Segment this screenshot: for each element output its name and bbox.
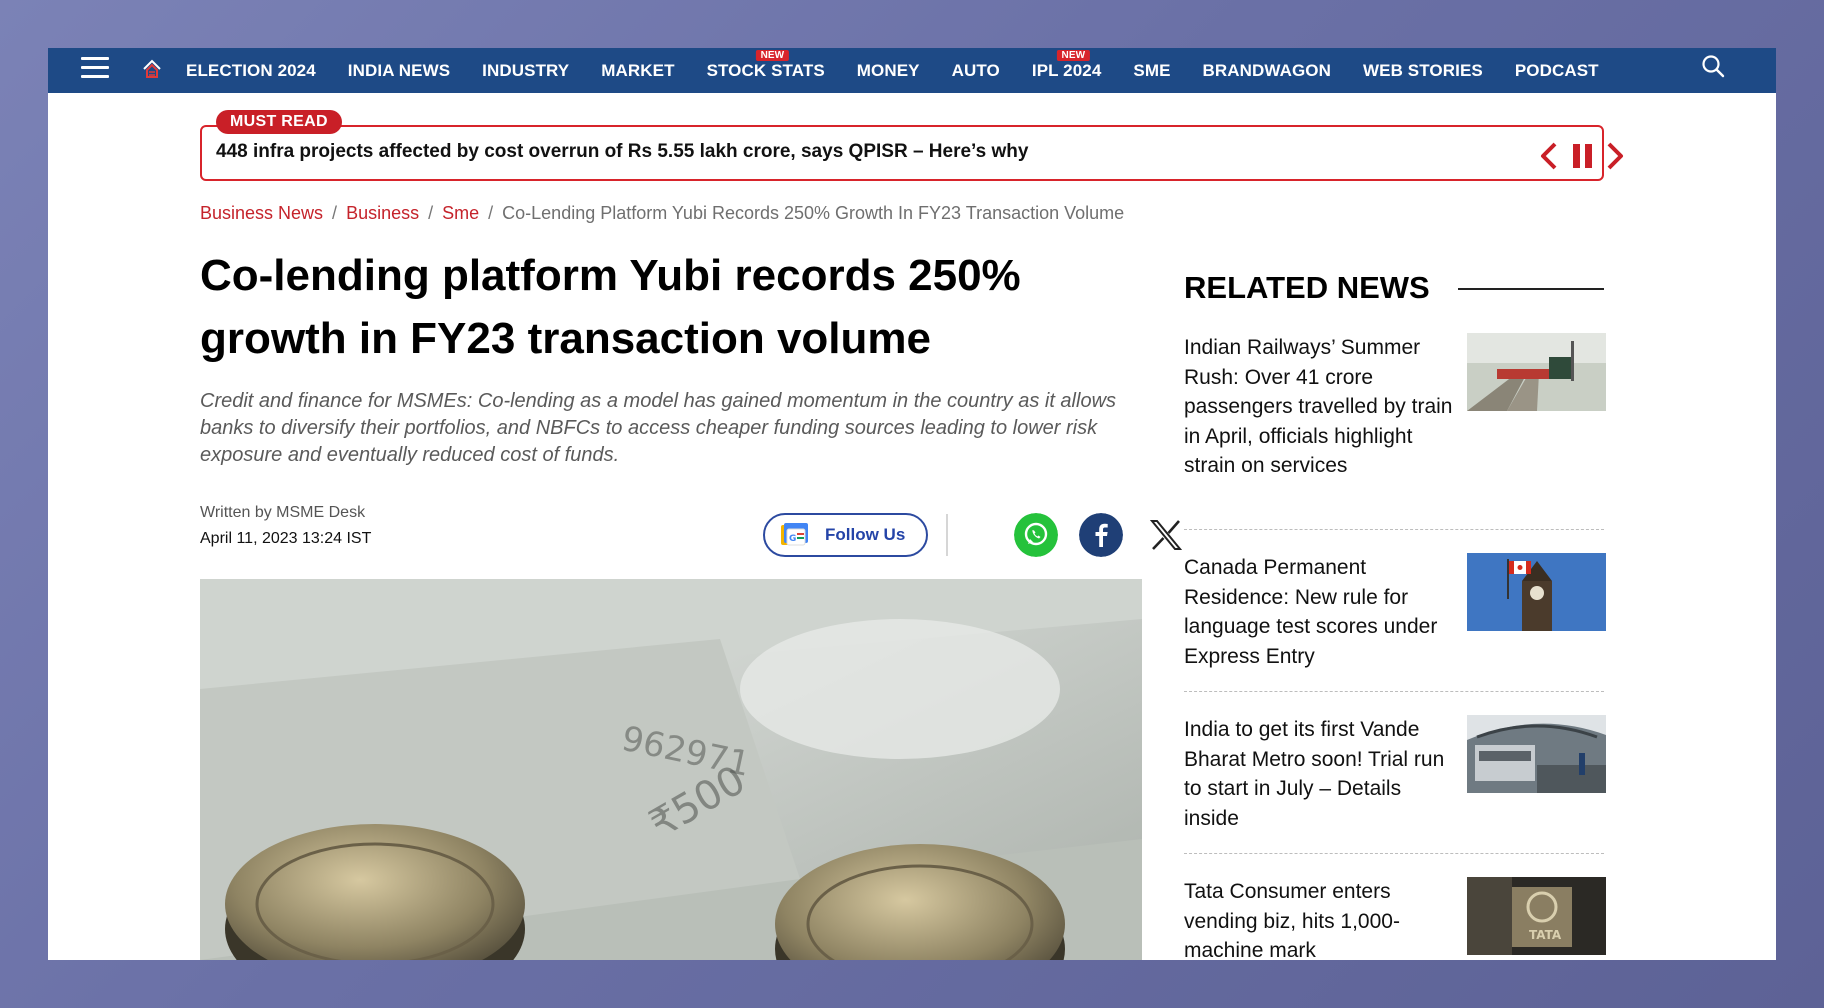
nav-item-sme[interactable]: SME: [1133, 61, 1170, 81]
headline-line-1: Co-lending platform Yubi records 250%: [200, 251, 1021, 300]
facebook-icon[interactable]: [1079, 513, 1123, 557]
related-news-item[interactable]: Canada Permanent Residence: New rule for…: [1184, 553, 1606, 683]
nav-item-auto[interactable]: AUTO: [952, 61, 1000, 81]
article-headline: Co-lending platform Yubi records 250% gr…: [200, 244, 1150, 370]
article-summary: Credit and finance for MSMEs: Co-lending…: [200, 390, 1117, 466]
related-news-heading: RELATED NEWS: [1184, 270, 1430, 305]
svg-text:G: G: [789, 534, 796, 544]
must-read-tag: MUST READ: [216, 110, 342, 134]
follow-us-label: Follow Us: [825, 525, 906, 544]
share-divider: [946, 514, 948, 556]
related-news-title[interactable]: India to get its first Vande Bharat Metr…: [1184, 715, 1460, 833]
chevron-left-icon[interactable]: [1538, 141, 1560, 171]
hamburger-icon[interactable]: [81, 57, 109, 79]
related-news-thumbnail[interactable]: [1467, 553, 1606, 631]
search-icon[interactable]: [1700, 53, 1726, 79]
browser-viewport: ELECTION 2024 INDIA NEWS INDUSTRY MARKET…: [48, 48, 1776, 960]
x-twitter-icon[interactable]: [1144, 513, 1188, 557]
new-badge: NEW: [755, 49, 790, 61]
chevron-right-icon[interactable]: [1604, 141, 1626, 171]
breadcrumb-current: Co-Lending Platform Yubi Records 250% Gr…: [502, 203, 1125, 223]
related-news-thumbnail[interactable]: TATA: [1467, 877, 1606, 955]
home-icon[interactable]: [140, 57, 164, 81]
publish-date: April 11, 2023 13:24 IST: [200, 530, 372, 547]
related-news-rule: [1458, 288, 1604, 290]
must-read-headline[interactable]: 448 infra projects affected by cost over…: [216, 141, 1028, 163]
related-news-item[interactable]: Tata Consumer enters vending biz, hits 1…: [1184, 877, 1606, 960]
nav-item-election-2024[interactable]: ELECTION 2024: [186, 61, 316, 81]
nav-item-brandwagon[interactable]: BRANDWAGON: [1203, 61, 1332, 81]
pause-icon[interactable]: [1571, 141, 1595, 171]
nav-item-web-stories[interactable]: WEB STORIES: [1363, 61, 1483, 81]
nav-menu: ELECTION 2024 INDIA NEWS INDUSTRY MARKET…: [186, 48, 1631, 93]
related-news-item[interactable]: India to get its first Vande Bharat Metr…: [1184, 715, 1606, 845]
must-read-ticker: 448 infra projects affected by cost over…: [200, 125, 1623, 181]
top-nav-bar: ELECTION 2024 INDIA NEWS INDUSTRY MARKET…: [48, 48, 1776, 93]
nav-item-industry[interactable]: INDUSTRY: [482, 61, 569, 81]
breadcrumb-separator: /: [488, 203, 494, 223]
article-hero-image: 962971 ₹500: [200, 579, 1142, 960]
google-news-follow-button[interactable]: G Follow Us: [763, 513, 928, 557]
svg-text:TATA: TATA: [1529, 928, 1562, 942]
nav-item-podcast[interactable]: PODCAST: [1515, 61, 1599, 81]
nav-item-money[interactable]: MONEY: [857, 61, 920, 81]
breadcrumb: Business News / Business / Sme / Co-Lend…: [200, 203, 1124, 224]
related-news-separator: [1184, 691, 1604, 692]
breadcrumb-separator: /: [332, 203, 338, 223]
breadcrumb-link-business[interactable]: Business: [346, 203, 419, 224]
new-badge: NEW: [1056, 49, 1091, 61]
related-news-title[interactable]: Tata Consumer enters vending biz, hits 1…: [1184, 877, 1460, 960]
related-news-thumbnail[interactable]: [1467, 715, 1606, 793]
related-news-title[interactable]: Indian Railways’ Summer Rush: Over 41 cr…: [1184, 333, 1460, 481]
related-news-thumbnail[interactable]: [1467, 333, 1606, 411]
nav-item-stock-stats[interactable]: STOCK STATS NEW: [707, 49, 825, 81]
breadcrumb-link-business-news[interactable]: Business News: [200, 203, 323, 224]
headline-line-2: growth in FY23 transaction volume: [200, 314, 932, 363]
related-news-title[interactable]: Canada Permanent Residence: New rule for…: [1184, 553, 1460, 671]
nav-item-ipl-2024[interactable]: IPL 2024 NEW: [1032, 49, 1101, 81]
related-news-item[interactable]: Indian Railways’ Summer Rush: Over 41 cr…: [1184, 333, 1606, 513]
breadcrumb-link-sme[interactable]: Sme: [442, 203, 479, 224]
nav-item-market[interactable]: MARKET: [601, 61, 674, 81]
nav-item-india-news[interactable]: INDIA NEWS: [348, 61, 450, 81]
related-news-separator: [1184, 853, 1604, 854]
breadcrumb-separator: /: [428, 203, 434, 223]
related-news-separator: [1184, 529, 1604, 530]
google-news-icon: G: [781, 523, 808, 546]
whatsapp-icon[interactable]: [1014, 513, 1058, 557]
author-byline: Written by MSME Desk: [200, 504, 366, 521]
